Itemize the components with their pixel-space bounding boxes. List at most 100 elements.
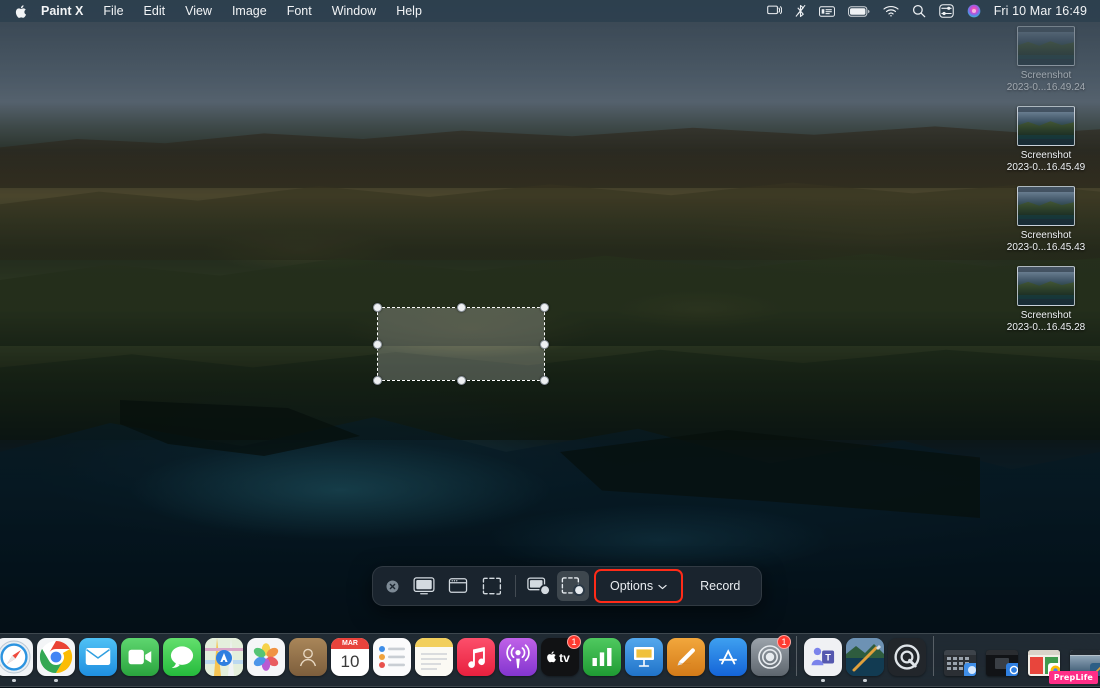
- running-indicator: [600, 679, 604, 683]
- file-name-line-2: 2023-0...16.45.49: [1006, 162, 1086, 173]
- chrome-icon: [37, 637, 75, 676]
- dock-item-facetime[interactable]: [120, 636, 160, 682]
- running-indicator: [516, 679, 520, 683]
- wifi-icon[interactable]: [883, 0, 899, 22]
- dock-item-mail[interactable]: [78, 636, 118, 682]
- paint-x-icon: [846, 637, 884, 676]
- dock-item-calendar[interactable]: MAR 10: [330, 636, 370, 682]
- selection-handle-bottom-right[interactable]: [540, 376, 549, 385]
- menu-item-edit[interactable]: Edit: [134, 2, 176, 20]
- desktop-file-item[interactable]: Screenshot 2023-0...16.49.24: [998, 26, 1094, 94]
- dock-item-keynote[interactable]: [624, 636, 664, 682]
- capture-entire-screen-button[interactable]: [408, 571, 440, 601]
- running-indicator: [306, 679, 310, 683]
- options-button[interactable]: Options: [593, 569, 684, 603]
- menu-bar-status-area: Fri 10 Mar 16:49: [766, 0, 1091, 22]
- dock-minimized-window[interactable]: [940, 636, 980, 682]
- menu-bar-clock[interactable]: Fri 10 Mar 16:49: [994, 4, 1087, 18]
- svg-text:T: T: [825, 652, 831, 662]
- running-indicator: [390, 679, 394, 683]
- desktop-file-item[interactable]: Screenshot 2023-0...16.45.43: [998, 186, 1094, 254]
- dock-item-numbers[interactable]: [582, 636, 622, 682]
- screenshot-thumbnail: [1017, 186, 1075, 226]
- desktop-file-item[interactable]: Screenshot 2023-0...16.45.28: [998, 266, 1094, 334]
- screen-mirroring-icon[interactable]: [766, 0, 782, 22]
- selection-handle-top-middle[interactable]: [456, 303, 466, 312]
- dock-item-pages[interactable]: [666, 636, 706, 682]
- notes-icon: [415, 637, 453, 676]
- dock-item-notes[interactable]: [414, 636, 454, 682]
- control-center-icon[interactable]: [938, 0, 954, 22]
- running-indicator: [684, 679, 688, 683]
- dock-item-photos[interactable]: [246, 636, 286, 682]
- close-capture-icon[interactable]: [381, 575, 403, 597]
- selection-handle-top-right[interactable]: [540, 303, 549, 312]
- selection-handle-top-left[interactable]: [373, 303, 382, 312]
- capture-selected-portion-button[interactable]: [476, 571, 508, 601]
- spotlight-search-icon[interactable]: [912, 0, 926, 22]
- dock-item-contacts[interactable]: [288, 636, 328, 682]
- apple-logo-icon[interactable]: [9, 0, 31, 22]
- dock-item-chrome[interactable]: [36, 636, 76, 682]
- record-selected-portion-button[interactable]: [557, 571, 589, 601]
- appletv-badge: 1: [567, 635, 581, 649]
- running-indicator: [1042, 679, 1046, 683]
- capture-selection-rectangle[interactable]: [373, 303, 549, 385]
- menu-item-file[interactable]: File: [93, 2, 133, 20]
- siri-icon[interactable]: [967, 0, 981, 22]
- safari-icon: [0, 637, 33, 676]
- selection-handle-bottom-middle[interactable]: [456, 376, 466, 385]
- mountain-ridge-3: [0, 253, 1100, 346]
- minimized-calculator-window: [944, 649, 976, 676]
- facetime-icon: [121, 637, 159, 676]
- menu-item-help[interactable]: Help: [386, 2, 432, 20]
- dock-item-podcasts[interactable]: [498, 636, 538, 682]
- dock-item-appstore[interactable]: [708, 636, 748, 682]
- battery-percentage-icon[interactable]: [818, 0, 835, 22]
- menu-item-view[interactable]: View: [175, 2, 222, 20]
- minimized-terminal-window: [986, 649, 1018, 676]
- selection-handle-middle-right[interactable]: [540, 339, 549, 349]
- running-indicator: [474, 679, 478, 683]
- dock-item-appletv[interactable]: 1 tv: [540, 635, 581, 682]
- dock-item-reminders[interactable]: [372, 636, 412, 682]
- calendar-month-label: MAR: [331, 637, 369, 649]
- system-settings-badge: 1: [777, 635, 791, 649]
- battery-icon[interactable]: [847, 0, 870, 22]
- file-name-line-1: Screenshot: [1020, 70, 1072, 81]
- keynote-icon: [625, 637, 663, 676]
- menu-bar-left: Paint X File Edit View Image Font Window…: [9, 0, 432, 22]
- quicktime-icon: [888, 637, 926, 676]
- dock-item-teams[interactable]: T: [803, 636, 843, 682]
- minimized-window-app-badge: [964, 662, 976, 676]
- running-indicator: [958, 679, 962, 683]
- selection-handle-bottom-left[interactable]: [373, 376, 382, 385]
- dock-item-system-settings[interactable]: 1: [750, 635, 791, 682]
- record-button[interactable]: Record: [687, 572, 753, 600]
- capture-selected-window-button[interactable]: [442, 571, 474, 601]
- menu-bar: Paint X File Edit View Image Font Window…: [0, 0, 1100, 22]
- desktop-file-label: Screenshot 2023-0...16.49.24: [1007, 70, 1085, 94]
- dock-item-maps[interactable]: [204, 636, 244, 682]
- menu-item-paint-x[interactable]: Paint X: [31, 2, 93, 20]
- dock-item-music[interactable]: [456, 636, 496, 682]
- running-indicator: [905, 679, 909, 683]
- dock-minimized-window[interactable]: [982, 636, 1022, 682]
- pages-icon: [667, 637, 705, 676]
- menu-item-image[interactable]: Image: [222, 2, 277, 20]
- dock-item-safari[interactable]: [0, 636, 34, 682]
- desktop-file-item[interactable]: Screenshot 2023-0...16.45.49: [998, 106, 1094, 174]
- dock-item-messages[interactable]: [162, 636, 202, 682]
- record-entire-screen-button[interactable]: [523, 571, 555, 601]
- mail-icon: [79, 637, 117, 676]
- selection-handle-middle-left[interactable]: [373, 339, 382, 349]
- dock-item-paint-x[interactable]: [845, 636, 885, 682]
- file-name-line-2: 2023-0...16.49.24: [1006, 82, 1086, 93]
- bluetooth-off-icon[interactable]: [795, 0, 806, 22]
- dock-item-quicktime[interactable]: [887, 636, 927, 682]
- menu-item-window[interactable]: Window: [322, 2, 386, 20]
- desktop-file-column: Screenshot 2023-0...16.49.24 Screenshot …: [998, 26, 1094, 346]
- menu-item-font[interactable]: Font: [277, 2, 322, 20]
- running-indicator: [222, 679, 226, 683]
- selection-bright-area: [378, 308, 544, 380]
